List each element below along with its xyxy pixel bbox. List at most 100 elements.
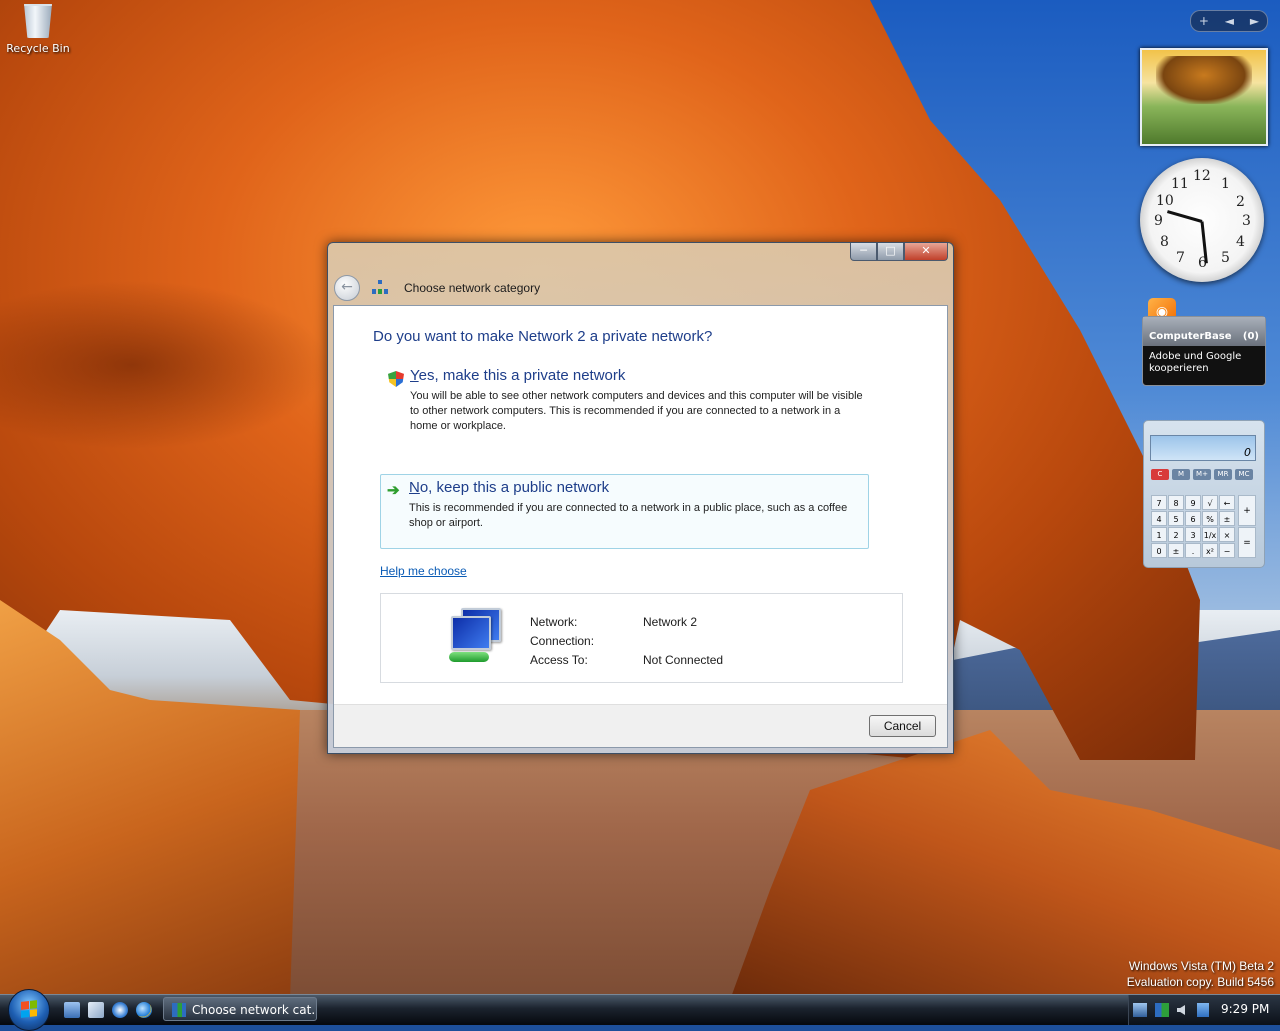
dialog-footer: Cancel bbox=[334, 704, 947, 747]
clock-numeral: 8 bbox=[1160, 234, 1169, 250]
calculator-key[interactable]: 3 bbox=[1185, 527, 1201, 542]
network-icon bbox=[172, 1003, 186, 1017]
network-value: Network 2 bbox=[643, 615, 698, 629]
access-label: Access To: bbox=[530, 653, 588, 667]
public-network-option[interactable]: ➔ No, keep this a public network This is… bbox=[380, 474, 869, 549]
page-heading: Do you want to make Network 2 a private … bbox=[373, 328, 713, 345]
clock-gadget[interactable]: 12 1 2 3 4 5 6 7 8 9 10 11 bbox=[1140, 158, 1264, 282]
windows-logo-icon bbox=[21, 1000, 37, 1018]
calculator-memory-key[interactable]: M+ bbox=[1193, 469, 1211, 480]
watermark-line-2: Evaluation copy. Build 5456 bbox=[1126, 975, 1274, 989]
calculator-memory-key[interactable]: MC bbox=[1235, 469, 1253, 480]
calculator-key[interactable]: 2 bbox=[1168, 527, 1184, 542]
network-info-labels: Network: Connection: Access To: bbox=[530, 613, 594, 670]
window-controls: ─ □ ✕ bbox=[850, 243, 948, 261]
feed-headlines-gadget[interactable]: ComputerBase (0) Adobe und Google kooper… bbox=[1142, 316, 1266, 386]
feed-headline[interactable]: Adobe und Google kooperieren bbox=[1143, 346, 1265, 380]
network-computers-icon bbox=[443, 608, 507, 666]
calculator-key[interactable]: 9 bbox=[1185, 495, 1201, 510]
calculator-gadget[interactable]: 0 C M M+ MR MC 7 8 9 √ ← 4 5 6% ±1 2 3 1/x × 0 ±. x² − +… bbox=[1143, 420, 1265, 568]
dialog-content: Do you want to make Network 2 a private … bbox=[333, 305, 948, 748]
minimize-button[interactable]: ─ bbox=[850, 243, 877, 261]
calculator-op-column: + = bbox=[1238, 495, 1256, 558]
next-gadget-page-button[interactable]: ► bbox=[1250, 14, 1259, 28]
add-gadget-button[interactable]: + bbox=[1199, 14, 1209, 28]
taskbar: Choose network cat... 9:29 PM bbox=[0, 989, 1280, 1031]
slideshow-image bbox=[1156, 56, 1252, 104]
clock-numeral: 3 bbox=[1242, 213, 1251, 229]
calculator-key[interactable]: 4 bbox=[1151, 511, 1167, 526]
desktop-icon-label: Recycle Bin bbox=[6, 42, 70, 55]
maximize-button[interactable]: □ bbox=[877, 243, 904, 261]
navigation-bar: ← Choose network category bbox=[334, 273, 540, 303]
media-player-icon[interactable] bbox=[112, 1002, 128, 1018]
calculator-memory-key[interactable]: MR bbox=[1214, 469, 1232, 480]
clock-hour-hand bbox=[1166, 210, 1203, 223]
calculator-key[interactable]: ± bbox=[1168, 543, 1184, 558]
calculator-key[interactable]: 6 bbox=[1185, 511, 1201, 526]
calculator-key[interactable]: × bbox=[1219, 527, 1235, 542]
option-accelerator-key: N bbox=[409, 479, 420, 496]
connection-value bbox=[643, 632, 723, 651]
option-accelerator-key: Y bbox=[410, 367, 419, 384]
calculator-keypad: 7 8 9 √ ← 4 5 6% ±1 2 3 1/x × 0 ±. x² − bbox=[1151, 495, 1235, 558]
calculator-key[interactable]: 7 bbox=[1151, 495, 1167, 510]
sidebar-controls: + ◄ ► bbox=[1190, 10, 1268, 32]
start-button[interactable] bbox=[8, 989, 50, 1031]
calculator-clear-key[interactable]: C bbox=[1151, 469, 1169, 480]
clock-numeral: 4 bbox=[1236, 234, 1245, 250]
private-network-option-title: Yes, make this a private network bbox=[410, 367, 625, 384]
calculator-key[interactable]: x² bbox=[1202, 543, 1218, 558]
tray-app-icon[interactable] bbox=[1133, 1003, 1147, 1017]
green-arrow-icon: ➔ bbox=[387, 482, 400, 499]
calculator-plus-key[interactable]: + bbox=[1238, 495, 1256, 526]
clock-numeral: 9 bbox=[1154, 213, 1163, 229]
taskbar-window-button[interactable]: Choose network cat... bbox=[163, 997, 317, 1021]
option-title-text: es, make this a private network bbox=[418, 367, 626, 384]
network-info-values: Network 2 Not Connected bbox=[643, 613, 723, 670]
back-button[interactable]: ← bbox=[334, 275, 360, 301]
calculator-key[interactable]: ← bbox=[1219, 495, 1235, 510]
option-title-text: o, keep this a public network bbox=[419, 479, 610, 496]
build-watermark: Windows Vista (TM) Beta 2 Evaluation cop… bbox=[1127, 958, 1274, 990]
calculator-key[interactable]: √ bbox=[1202, 495, 1218, 510]
clock-numeral: 5 bbox=[1221, 250, 1230, 266]
tray-app-icon[interactable] bbox=[1197, 1003, 1209, 1017]
desktop-icon-recycle-bin[interactable]: Recycle Bin bbox=[4, 4, 72, 55]
calculator-key[interactable]: 1 bbox=[1151, 527, 1167, 542]
calculator-display: 0 bbox=[1150, 435, 1256, 461]
calculator-key[interactable]: ± bbox=[1219, 511, 1235, 526]
previous-gadget-page-button[interactable]: ◄ bbox=[1225, 14, 1234, 28]
private-network-option[interactable]: Yes, make this a private network You wil… bbox=[381, 362, 873, 444]
public-network-option-description: This is recommended if you are connected… bbox=[409, 502, 848, 529]
slideshow-gadget[interactable] bbox=[1140, 48, 1268, 146]
calculator-memory-key[interactable]: M bbox=[1172, 469, 1190, 480]
shield-icon bbox=[388, 371, 404, 387]
access-value: Not Connected bbox=[643, 653, 724, 667]
network-status-icon[interactable] bbox=[1155, 1003, 1169, 1017]
calculator-key[interactable]: 1/x bbox=[1202, 527, 1218, 542]
internet-explorer-icon[interactable] bbox=[136, 1002, 152, 1018]
calculator-key[interactable]: 8 bbox=[1168, 495, 1184, 510]
private-network-option-description: You will be able to see other network co… bbox=[410, 390, 863, 432]
connection-label: Connection: bbox=[530, 634, 595, 648]
calculator-key[interactable]: % bbox=[1202, 511, 1218, 526]
watermark-line-1: Windows Vista (TM) Beta 2 bbox=[1128, 959, 1274, 973]
network-category-window: ─ □ ✕ ← Choose network category Do you w… bbox=[327, 242, 954, 754]
calculator-key[interactable]: . bbox=[1185, 543, 1201, 558]
cancel-button[interactable]: Cancel bbox=[869, 715, 936, 737]
clock-numeral: 7 bbox=[1176, 250, 1185, 266]
calculator-key[interactable]: 5 bbox=[1168, 511, 1184, 526]
calculator-equals-key[interactable]: = bbox=[1238, 527, 1256, 558]
switch-windows-icon[interactable] bbox=[88, 1002, 104, 1018]
calculator-key[interactable]: 0 bbox=[1151, 543, 1167, 558]
help-me-choose-link[interactable]: Help me choose bbox=[380, 564, 467, 578]
taskbar-clock[interactable]: 9:29 PM bbox=[1221, 1002, 1269, 1016]
show-desktop-icon[interactable] bbox=[64, 1002, 80, 1018]
network-info-panel: Network: Connection: Access To: Network … bbox=[380, 593, 903, 683]
clock-numeral: 1 bbox=[1221, 176, 1230, 192]
calculator-key[interactable]: − bbox=[1219, 543, 1235, 558]
back-arrow-icon: ← bbox=[341, 279, 353, 295]
volume-icon[interactable] bbox=[1177, 1005, 1185, 1015]
close-button[interactable]: ✕ bbox=[904, 243, 948, 261]
